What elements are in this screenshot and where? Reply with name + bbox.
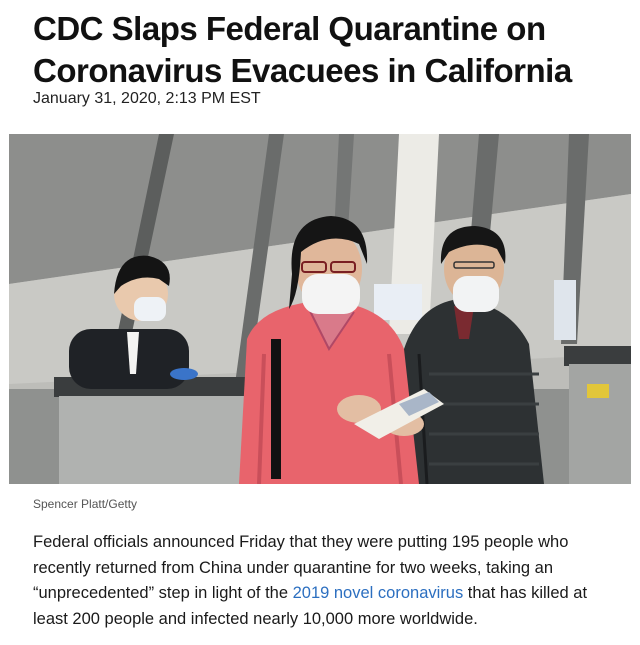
article-dateline: January 31, 2020, 2:13 PM EST	[33, 90, 261, 107]
article-headline: CDC Slaps Federal Quarantine on Coronavi…	[33, 10, 572, 89]
coronavirus-link[interactable]: 2019 novel coronavirus	[293, 584, 464, 602]
article-photo	[9, 134, 631, 484]
photo-caption: Spencer Platt/Getty	[33, 497, 138, 511]
article-body: Federal officials announced Friday that …	[33, 530, 613, 632]
